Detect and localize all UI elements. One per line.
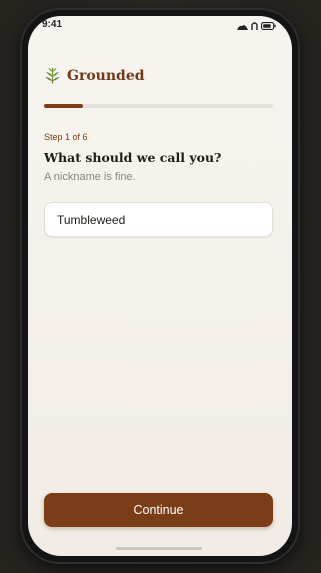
continue-button[interactable]: Continue <box>44 493 273 527</box>
nickname-input[interactable] <box>44 202 273 237</box>
phone-frame: 9:41 Grounded Step 1 of 6 What should we… <box>20 8 300 564</box>
progress-fill <box>44 104 83 108</box>
progress-bar <box>44 104 273 108</box>
status-bar: 9:41 <box>28 16 292 38</box>
brand-name: Grounded <box>67 67 145 84</box>
question-heading: What should we call you? <box>44 150 222 165</box>
status-icons <box>237 21 276 31</box>
brand-header: Grounded <box>44 67 145 84</box>
cellular-icon <box>237 24 248 30</box>
home-indicator <box>116 547 202 550</box>
leaf-icon <box>45 68 60 84</box>
onboarding-screen: 9:41 Grounded Step 1 of 6 What should we… <box>28 16 292 556</box>
battery-icon <box>261 22 276 30</box>
wifi-icon <box>251 22 258 30</box>
hint-text: A nickname is fine. <box>44 171 136 183</box>
status-time: 9:41 <box>42 19 63 30</box>
step-label: Step 1 of 6 <box>44 132 88 142</box>
backdrop: 9:41 Grounded Step 1 of 6 What should we… <box>0 0 321 573</box>
